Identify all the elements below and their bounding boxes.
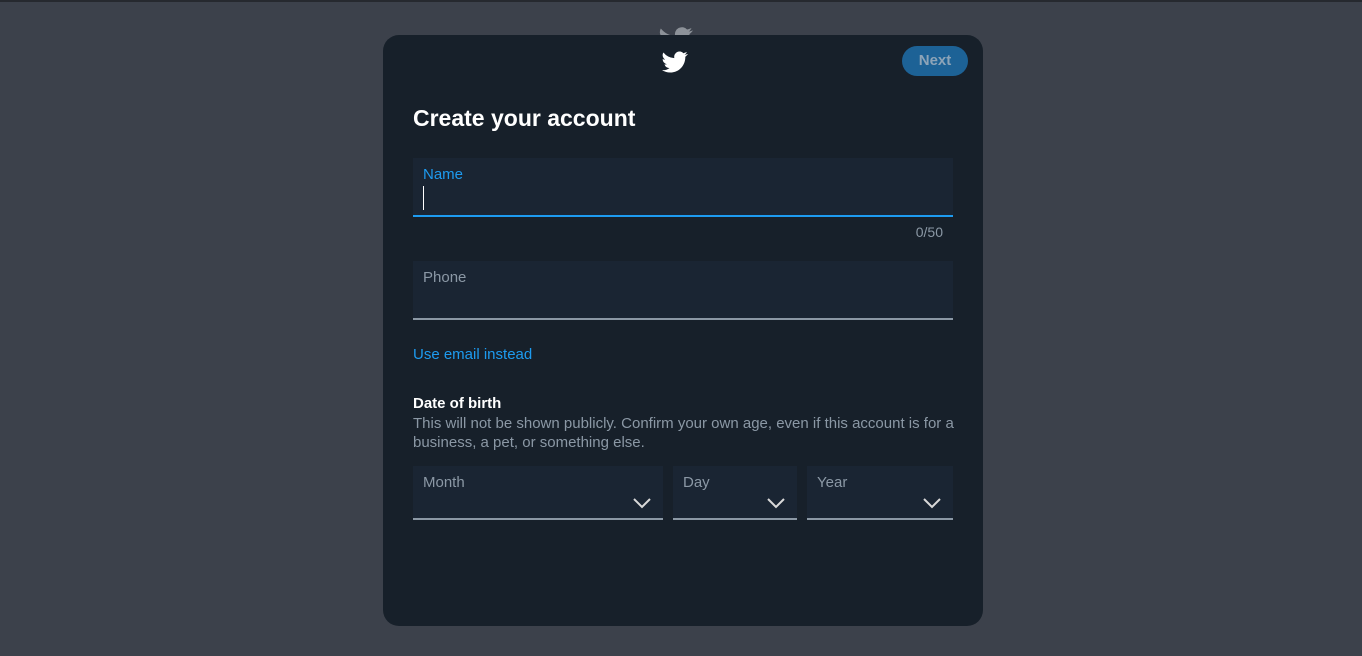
phone-field-label: Phone: [423, 269, 467, 286]
window-top-border: [0, 0, 1362, 2]
next-button[interactable]: Next: [902, 46, 968, 76]
name-field-label: Name: [423, 166, 464, 183]
name-char-counter: 0/50: [915, 224, 943, 240]
twitter-bird-icon: [661, 49, 689, 75]
use-email-link[interactable]: Use email instead: [413, 346, 532, 363]
page-title: Create your account: [413, 105, 636, 131]
phone-field[interactable]: Phone: [413, 261, 953, 320]
year-select-label: Year: [817, 474, 848, 491]
day-select[interactable]: Day: [673, 466, 797, 520]
chevron-down-icon: [767, 496, 785, 509]
month-select-label: Month: [423, 474, 465, 491]
day-select-label: Day: [683, 474, 710, 491]
chevron-down-icon: [633, 496, 651, 509]
year-select[interactable]: Year: [807, 466, 953, 520]
name-field[interactable]: Name: [413, 158, 953, 217]
dob-title: Date of birth: [413, 395, 502, 412]
chevron-down-icon: [923, 496, 941, 509]
signup-modal: Next Create your account Name 0/50 Phone…: [383, 35, 983, 626]
dob-description: This will not be shown publicly. Confirm…: [413, 415, 954, 451]
month-select[interactable]: Month: [413, 466, 663, 520]
text-caret: [423, 186, 424, 210]
